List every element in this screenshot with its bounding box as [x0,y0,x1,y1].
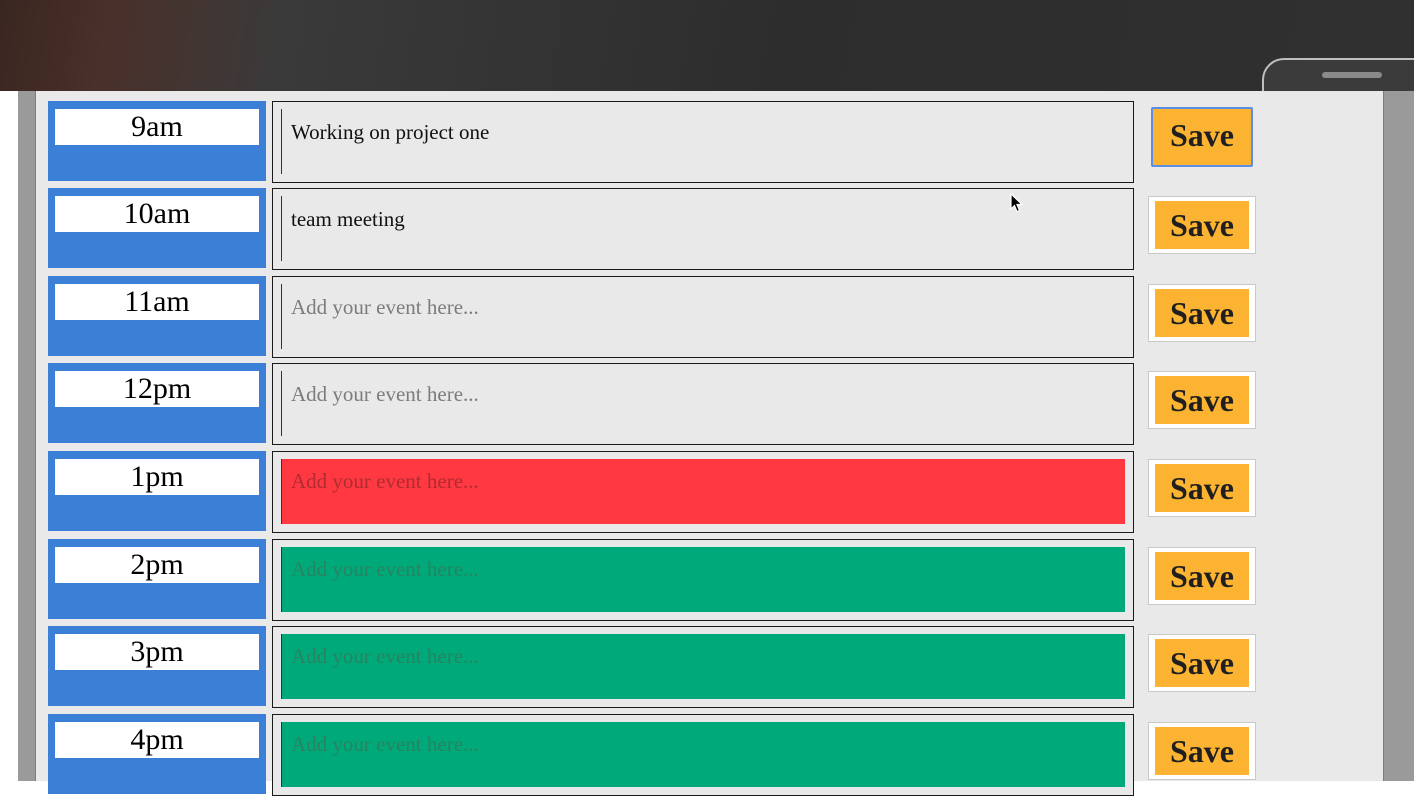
save-button-wrapper: Save [1148,722,1256,780]
hour-cell: 4pm [48,714,266,794]
time-block-row: 4pm Save [48,714,1268,796]
event-box: team meeting [272,188,1134,270]
hour-cell: 12pm [48,363,266,443]
hour-cell: 3pm [48,626,266,706]
scheduler-container: 9am Working on project one Save 10am tea… [35,91,1384,796]
header-hero-image [0,0,1414,91]
hour-label: 3pm [55,634,259,670]
mouse-pointer-icon [1010,193,1024,213]
hour-label: 4pm [55,722,259,758]
time-block-row: 2pm Save [48,539,1268,621]
save-button-wrapper: Save [1151,107,1253,167]
hour-cell: 9am [48,101,266,181]
event-textarea[interactable] [281,634,1125,699]
time-block-row: 3pm Save [48,626,1268,708]
save-button-wrapper: Save [1148,547,1256,605]
event-textarea[interactable]: Working on project one [281,109,1125,174]
event-box [272,714,1134,796]
time-block-row: 1pm Save [48,451,1268,533]
hour-label: 12pm [55,371,259,407]
hour-cell: 10am [48,188,266,268]
save-button[interactable]: Save [1155,464,1249,512]
event-textarea[interactable] [281,284,1125,349]
event-textarea[interactable] [281,547,1125,612]
hour-cell: 11am [48,276,266,356]
save-button-wrapper: Save [1148,284,1256,342]
hour-label: 10am [55,196,259,232]
time-block-row: 9am Working on project one Save [48,101,1268,183]
hour-label: 11am [55,284,259,320]
event-textarea[interactable] [281,722,1125,787]
save-button[interactable]: Save [1155,201,1249,249]
hour-label: 1pm [55,459,259,495]
save-button-wrapper: Save [1148,371,1256,429]
event-box [272,451,1134,533]
save-button-wrapper: Save [1148,196,1256,254]
hour-label: 9am [55,109,259,145]
event-box [272,276,1134,358]
save-button-wrapper: Save [1148,634,1256,692]
event-textarea[interactable]: team meeting [281,196,1125,261]
save-button[interactable]: Save [1155,727,1249,775]
save-button[interactable]: Save [1155,289,1249,337]
event-box: Working on project one [272,101,1134,183]
event-box [272,539,1134,621]
event-box [272,626,1134,708]
event-box [272,363,1134,445]
hour-cell: 1pm [48,451,266,531]
time-block-row: 10am team meeting Save [48,188,1268,270]
save-button-wrapper: Save [1148,459,1256,517]
phone-image [1262,58,1414,91]
save-button[interactable]: Save [1155,376,1249,424]
event-textarea[interactable] [281,459,1125,524]
hour-label: 2pm [55,547,259,583]
save-button[interactable]: Save [1155,639,1249,687]
save-button[interactable]: Save [1155,552,1249,600]
event-textarea[interactable] [281,371,1125,436]
hour-cell: 2pm [48,539,266,619]
save-button[interactable]: Save [1155,111,1249,159]
time-block-row: 12pm Save [48,363,1268,445]
time-block-row: 11am Save [48,276,1268,358]
